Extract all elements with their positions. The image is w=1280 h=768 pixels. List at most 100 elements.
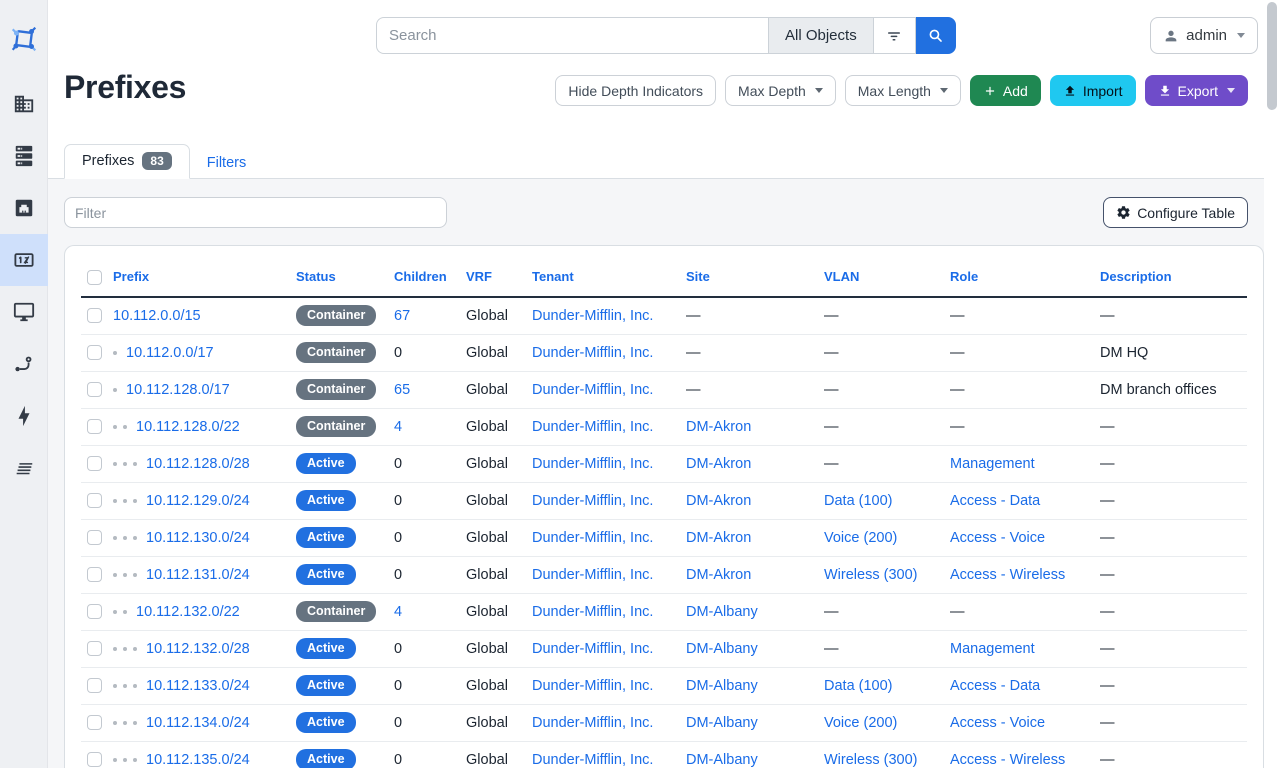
- table-filter-input[interactable]: [64, 197, 447, 228]
- netbox-logo[interactable]: [0, 0, 48, 78]
- hide-depth-indicators-button[interactable]: Hide Depth Indicators: [555, 75, 716, 106]
- column-sort-vrf[interactable]: VRF: [466, 269, 492, 284]
- tenant-link[interactable]: Dunder-Mifflin, Inc.: [532, 678, 653, 694]
- search-filter-button[interactable]: [873, 17, 916, 54]
- row-checkbox[interactable]: [87, 382, 102, 397]
- prefix-link[interactable]: 10.112.132.0/22: [136, 604, 240, 620]
- prefix-link[interactable]: 10.112.128.0/17: [126, 382, 230, 398]
- tenant-link[interactable]: Dunder-Mifflin, Inc.: [532, 641, 653, 657]
- children-count-link[interactable]: 4: [394, 604, 402, 620]
- vlan-link[interactable]: Wireless (300): [824, 752, 917, 768]
- prefix-link[interactable]: 10.112.135.0/24: [146, 752, 250, 768]
- prefix-link[interactable]: 10.112.134.0/24: [146, 715, 250, 731]
- children-count-link[interactable]: 65: [394, 382, 410, 398]
- tenant-link[interactable]: Dunder-Mifflin, Inc.: [532, 567, 653, 583]
- vlan-link[interactable]: Voice (200): [824, 715, 897, 731]
- prefix-link[interactable]: 10.112.129.0/24: [146, 493, 250, 509]
- prefix-link[interactable]: 10.112.128.0/28: [146, 456, 250, 472]
- sidebar-item-power[interactable]: [0, 390, 48, 442]
- tenant-link[interactable]: Dunder-Mifflin, Inc.: [532, 382, 653, 398]
- sidebar-item-organization[interactable]: [0, 78, 48, 130]
- prefix-link[interactable]: 10.112.132.0/28: [146, 641, 250, 657]
- column-sort-status[interactable]: Status: [296, 269, 336, 284]
- add-button[interactable]: Add: [970, 75, 1041, 106]
- prefix-link[interactable]: 10.112.133.0/24: [146, 678, 250, 694]
- prefix-link[interactable]: 10.112.131.0/24: [146, 567, 250, 583]
- site-link[interactable]: DM-Albany: [686, 715, 758, 731]
- vlan-link[interactable]: Data (100): [824, 493, 893, 509]
- max-length-button[interactable]: Max Length: [845, 75, 961, 106]
- site-link[interactable]: DM-Albany: [686, 641, 758, 657]
- tenant-link[interactable]: Dunder-Mifflin, Inc.: [532, 345, 653, 361]
- row-checkbox[interactable]: [87, 567, 102, 582]
- role-link[interactable]: Management: [950, 456, 1035, 472]
- row-checkbox[interactable]: [87, 604, 102, 619]
- row-checkbox[interactable]: [87, 752, 102, 767]
- row-checkbox[interactable]: [87, 345, 102, 360]
- site-link[interactable]: DM-Albany: [686, 752, 758, 768]
- row-checkbox[interactable]: [87, 419, 102, 434]
- site-link[interactable]: DM-Akron: [686, 419, 751, 435]
- row-checkbox[interactable]: [87, 715, 102, 730]
- tab-filters[interactable]: Filters: [190, 148, 263, 179]
- scrollbar-thumb[interactable]: [1267, 2, 1277, 110]
- sidebar-item-devices[interactable]: [0, 130, 48, 182]
- site-link[interactable]: DM-Albany: [686, 604, 758, 620]
- column-sort-role[interactable]: Role: [950, 269, 978, 284]
- column-sort-tenant[interactable]: Tenant: [532, 269, 574, 284]
- column-sort-children[interactable]: Children: [394, 269, 447, 284]
- tenant-link[interactable]: Dunder-Mifflin, Inc.: [532, 715, 653, 731]
- row-checkbox[interactable]: [87, 530, 102, 545]
- role-link[interactable]: Access - Wireless: [950, 752, 1065, 768]
- sidebar-item-connections[interactable]: [0, 182, 48, 234]
- prefix-link[interactable]: 10.112.0.0/17: [126, 345, 214, 361]
- role-link[interactable]: Access - Data: [950, 493, 1040, 509]
- site-link[interactable]: DM-Albany: [686, 678, 758, 694]
- vlan-link[interactable]: Wireless (300): [824, 567, 917, 583]
- tenant-link[interactable]: Dunder-Mifflin, Inc.: [532, 752, 653, 768]
- role-link[interactable]: Access - Wireless: [950, 567, 1065, 583]
- column-sort-vlan[interactable]: VLAN: [824, 269, 859, 284]
- select-all-checkbox[interactable]: [87, 270, 102, 285]
- role-link[interactable]: Access - Data: [950, 678, 1040, 694]
- import-button[interactable]: Import: [1050, 75, 1136, 106]
- column-sort-description[interactable]: Description: [1100, 269, 1172, 284]
- row-checkbox[interactable]: [87, 641, 102, 656]
- tab-prefixes[interactable]: Prefixes 83: [64, 144, 190, 179]
- global-search-input[interactable]: [376, 17, 768, 54]
- row-checkbox[interactable]: [87, 308, 102, 323]
- sidebar-item-circuits[interactable]: [0, 338, 48, 390]
- search-scope-button[interactable]: All Objects: [768, 17, 873, 54]
- export-button[interactable]: Export: [1145, 75, 1248, 106]
- sidebar-item-customization[interactable]: [0, 442, 48, 494]
- configure-table-button[interactable]: Configure Table: [1103, 197, 1248, 228]
- role-link[interactable]: Management: [950, 641, 1035, 657]
- site-link[interactable]: DM-Akron: [686, 493, 751, 509]
- tenant-link[interactable]: Dunder-Mifflin, Inc.: [532, 604, 653, 620]
- column-sort-site[interactable]: Site: [686, 269, 710, 284]
- user-menu-button[interactable]: admin: [1150, 17, 1258, 54]
- children-count-link[interactable]: 4: [394, 419, 402, 435]
- site-link[interactable]: DM-Akron: [686, 530, 751, 546]
- prefix-link[interactable]: 10.112.130.0/24: [146, 530, 250, 546]
- site-link[interactable]: DM-Akron: [686, 567, 751, 583]
- search-submit-button[interactable]: [916, 17, 956, 54]
- sidebar-item-ipam[interactable]: [0, 234, 48, 286]
- row-checkbox[interactable]: [87, 678, 102, 693]
- tenant-link[interactable]: Dunder-Mifflin, Inc.: [532, 493, 653, 509]
- role-link[interactable]: Access - Voice: [950, 530, 1045, 546]
- role-link[interactable]: Access - Voice: [950, 715, 1045, 731]
- tenant-link[interactable]: Dunder-Mifflin, Inc.: [532, 456, 653, 472]
- row-checkbox[interactable]: [87, 493, 102, 508]
- tenant-link[interactable]: Dunder-Mifflin, Inc.: [532, 419, 653, 435]
- tenant-link[interactable]: Dunder-Mifflin, Inc.: [532, 308, 653, 324]
- max-depth-button[interactable]: Max Depth: [725, 75, 836, 106]
- tenant-link[interactable]: Dunder-Mifflin, Inc.: [532, 530, 653, 546]
- vlan-link[interactable]: Voice (200): [824, 530, 897, 546]
- row-checkbox[interactable]: [87, 456, 102, 471]
- prefix-link[interactable]: 10.112.128.0/22: [136, 419, 240, 435]
- column-sort-prefix[interactable]: Prefix: [113, 269, 149, 284]
- children-count-link[interactable]: 67: [394, 308, 410, 324]
- site-link[interactable]: DM-Akron: [686, 456, 751, 472]
- sidebar-item-virtualization[interactable]: [0, 286, 48, 338]
